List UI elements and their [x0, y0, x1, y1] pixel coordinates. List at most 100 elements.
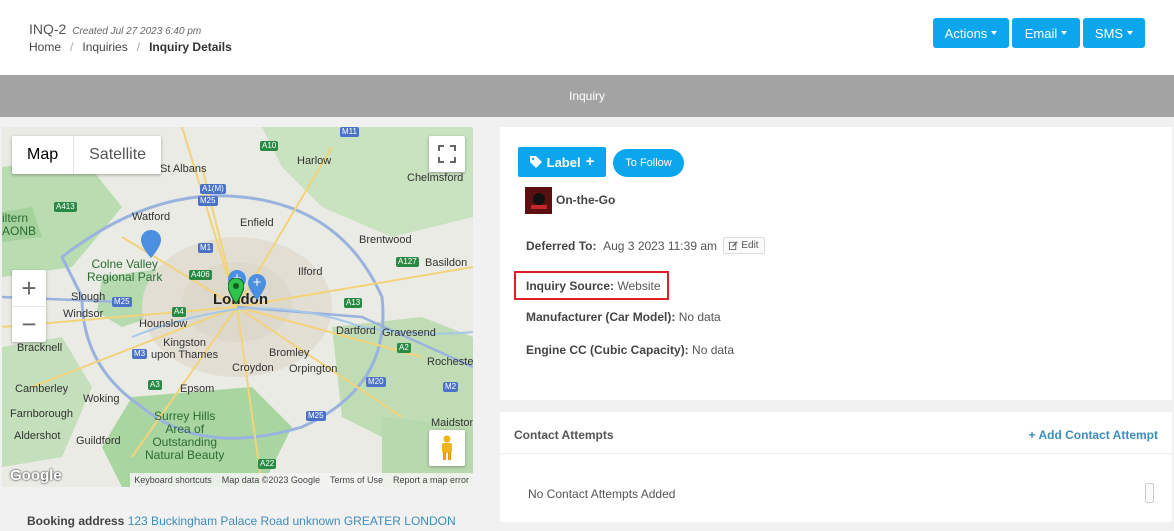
map-label: Hounslow	[139, 318, 188, 330]
zoom-control: + −	[12, 270, 46, 342]
breadcrumb-separator: /	[70, 40, 74, 54]
page-header: INQ-2 Created Jul 27 2023 6:40 pm Home /…	[0, 0, 1174, 75]
map-label: Farnborough	[10, 408, 73, 420]
manufacturer-row: Manufacturer (Car Model): No data	[526, 310, 721, 324]
breadcrumb: Home / Inquiries / Inquiry Details	[29, 40, 232, 54]
map[interactable]: St Albans Harlow Chelmsford Watford Enfi…	[2, 127, 473, 487]
map-label: Guildford	[76, 435, 121, 447]
edit-label: Edit	[741, 240, 759, 251]
map-label: Maidstone	[431, 417, 473, 429]
label-button[interactable]: Label +	[518, 147, 606, 177]
email-button[interactable]: Email	[1012, 18, 1080, 48]
report-error-link[interactable]: Report a map error	[393, 475, 469, 485]
actions-button[interactable]: Actions	[933, 18, 1009, 48]
map-label: Chelmsford	[407, 172, 464, 184]
road-shield: M20	[366, 377, 386, 387]
map-label: Slough	[71, 291, 106, 303]
deferred-value: Aug 3 2023 11:39 am	[603, 239, 717, 253]
map-label: Harlow	[297, 155, 332, 167]
zoom-out-button[interactable]: −	[12, 306, 46, 342]
map-tab-map[interactable]: Map	[12, 136, 75, 174]
add-contact-attempt-button[interactable]: + Add Contact Attempt	[1029, 428, 1158, 442]
edit-deferred-button[interactable]: Edit	[723, 237, 765, 254]
label-button-text: Label	[546, 154, 581, 170]
map-marker-icon[interactable]: +	[248, 274, 266, 300]
road-shield: M25	[112, 297, 132, 307]
map-label: Dartford	[336, 325, 376, 337]
road-shield: A10	[260, 141, 279, 151]
svg-text:+: +	[252, 275, 262, 289]
road-shield: M1	[198, 243, 214, 253]
zoom-in-button[interactable]: +	[12, 270, 46, 306]
road-shield: M3	[132, 349, 148, 359]
road-shield: A406	[189, 270, 212, 280]
breadcrumb-home[interactable]: Home	[29, 40, 61, 54]
road-shield: A3	[148, 380, 162, 390]
map-label: Enfield	[240, 217, 274, 229]
caret-down-icon	[1127, 31, 1134, 35]
sms-label: SMS	[1094, 25, 1124, 41]
breadcrumb-separator: /	[136, 40, 141, 54]
terms-link[interactable]: Terms of Use	[330, 475, 383, 485]
map-data-attribution: Map data ©2023 Google	[221, 475, 320, 485]
map-label: Bracknell	[17, 342, 63, 354]
map-label: Brentwood	[359, 234, 412, 246]
deferred-label: Deferred To:	[526, 239, 597, 253]
inquiry-id-text: INQ-2	[29, 21, 67, 37]
engine-cc-row: Engine CC (Cubic Capacity): No data	[526, 343, 734, 357]
map-tab-satellite[interactable]: Satellite	[74, 136, 161, 174]
road-shield: M25	[198, 196, 218, 206]
booking-address-link[interactable]: 123 Buckingham Palace Road unknown GREAT…	[128, 514, 456, 528]
road-shield: A127	[396, 257, 419, 267]
booking-address-label: Booking address	[27, 514, 125, 528]
map-label: iltern AONB	[2, 211, 37, 238]
caret-down-icon	[991, 31, 998, 35]
map-label: Aldershot	[14, 430, 61, 442]
divider	[500, 453, 1172, 454]
map-label: St Albans	[160, 163, 207, 175]
map-type-tabs: Map Satellite	[12, 136, 162, 174]
map-label: Rochester	[427, 356, 473, 368]
breadcrumb-inquiries[interactable]: Inquiries	[82, 40, 127, 54]
engine-cc-label: Engine CC (Cubic Capacity):	[526, 343, 689, 357]
street-view-pegman-icon[interactable]	[429, 430, 465, 466]
road-shield: A2	[397, 343, 411, 353]
map-label: Epsom	[180, 383, 215, 395]
inquiry-details-panel: Label + To Follow On-the-Go Deferred To:…	[500, 127, 1172, 400]
inquiry-id: INQ-2 Created Jul 27 2023 6:40 pm	[29, 21, 201, 37]
plus-icon: +	[1028, 428, 1036, 442]
map-label: Croydon	[232, 362, 274, 374]
map-label: Windsor	[63, 308, 104, 320]
sms-button[interactable]: SMS	[1083, 18, 1145, 48]
road-shield: A13	[344, 298, 363, 308]
road-shield: M25	[306, 411, 326, 421]
keyboard-shortcuts-link[interactable]: Keyboard shortcuts	[134, 475, 212, 485]
manufacturer-label: Manufacturer (Car Model):	[526, 310, 676, 324]
tag-icon	[529, 156, 542, 168]
company-name: On-the-Go	[556, 193, 616, 207]
map-marker-icon[interactable]	[228, 278, 244, 304]
map-marker-icon[interactable]	[141, 230, 161, 258]
deferred-row: Deferred To: Aug 3 2023 11:39 am Edit	[526, 237, 765, 254]
road-shield: M2	[443, 382, 459, 392]
scrollbar[interactable]	[1145, 483, 1154, 503]
edit-icon	[729, 241, 738, 250]
actions-label: Actions	[944, 25, 988, 41]
breadcrumb-current: Inquiry Details	[149, 40, 232, 54]
map-label: Woking	[83, 393, 120, 405]
map-label: Colne Valley Regional Park	[87, 257, 163, 284]
map-label: Surrey Hills Area of Outstanding Natural…	[145, 409, 225, 462]
google-logo: Google	[10, 467, 62, 484]
plus-icon: +	[585, 153, 595, 170]
contact-attempts-title: Contact Attempts	[514, 428, 614, 442]
to-follow-button[interactable]: To Follow	[613, 149, 684, 177]
road-shield: A22	[258, 459, 277, 469]
map-label: Orpington	[289, 363, 338, 375]
map-footer: Keyboard shortcuts Map data ©2023 Google…	[130, 473, 473, 487]
road-shield: A1(M)	[200, 184, 226, 194]
road-shield: A4	[172, 307, 186, 317]
created-date: Created Jul 27 2023 6:40 pm	[72, 26, 202, 37]
map-label: Kingston upon Thames	[151, 337, 219, 361]
map-label: Camberley	[15, 383, 69, 395]
fullscreen-icon[interactable]	[429, 136, 465, 172]
